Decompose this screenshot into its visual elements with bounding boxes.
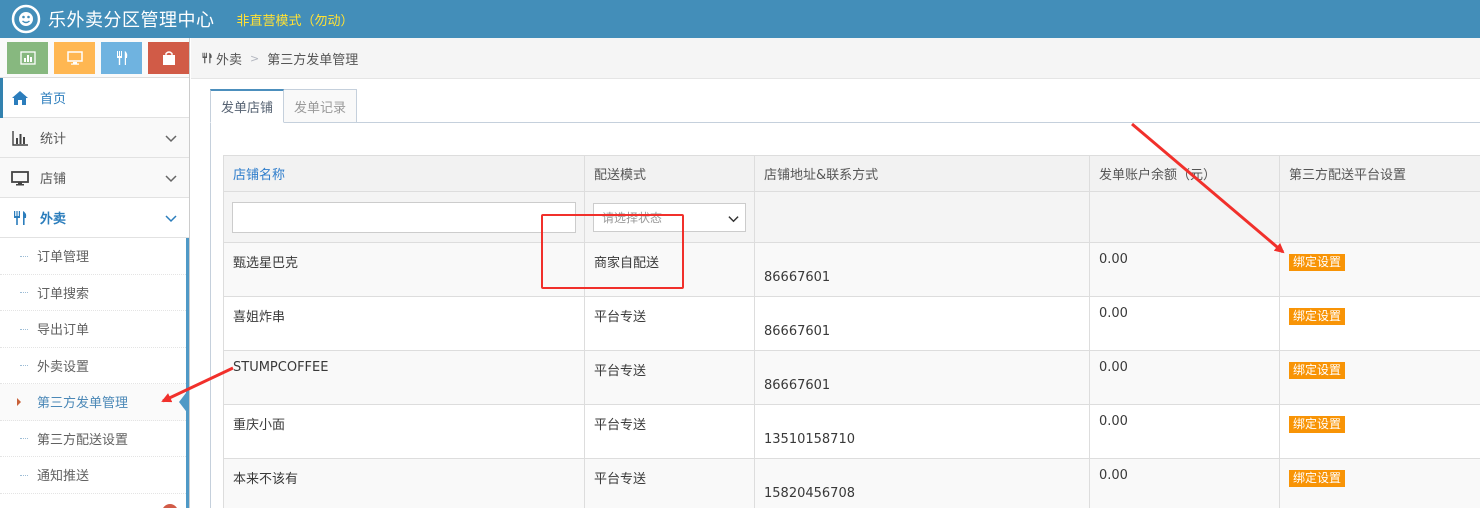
bind-settings-button[interactable]: 绑定设置 (1289, 416, 1346, 433)
table-row: STUMPCOFFEE 平台专送 86667601 0.00 绑定设置 (223, 350, 1480, 405)
table-row: 本来不该有 平台专送 15820456708 0.00 绑定设置 (223, 458, 1480, 508)
column-header-address-contact: 店铺地址&联系方式 (754, 155, 1090, 192)
app-title: 乐外卖分区管理中心 (48, 10, 215, 31)
table-row: 甄选星巴克 商家自配送 86667601 0.00 绑定设置 (223, 242, 1480, 297)
column-header-delivery-mode: 配送模式 (584, 155, 755, 192)
submenu-notification-push[interactable]: 通知推送 (0, 457, 186, 494)
balance: 0.00 (1089, 242, 1280, 297)
utensils-icon (202, 52, 212, 64)
balance: 0.00 (1089, 350, 1280, 405)
bind-settings-button[interactable]: 绑定设置 (1289, 254, 1346, 271)
delivery-mode: 平台专送 (584, 350, 755, 405)
delivery-mode: 平台专送 (584, 296, 755, 351)
balance: 0.00 (1089, 458, 1280, 508)
submenu-takeout-settings[interactable]: 外卖设置 (0, 348, 186, 384)
column-header-platform-settings: 第三方配送平台设置 (1279, 155, 1480, 192)
tab-dispatch-records[interactable]: 发单记录 (283, 89, 358, 123)
main-content: 外卖 > 第三方发单管理 发单店铺 发单记录 店铺名称 配送模式 店铺地址&联系… (191, 38, 1480, 508)
top-navbar: 乐外卖分区管理中心 非直营模式（勿动） (0, 0, 1480, 38)
bind-settings-button[interactable]: 绑定设置 (1289, 362, 1346, 379)
shop-name: 重庆小面 (223, 404, 585, 459)
shortcut-stats-button[interactable] (7, 41, 48, 74)
submenu-third-party-delivery-settings[interactable]: 第三方配送设置 (0, 421, 186, 457)
chevron-down-icon (165, 175, 177, 183)
balance: 0.00 (1089, 404, 1280, 459)
filter-row: 请选择状态 (223, 191, 1480, 243)
column-header-shop-name[interactable]: 店铺名称 (223, 155, 585, 192)
shop-name-search-input[interactable] (232, 201, 576, 233)
submenu-order-search[interactable]: 订单搜索 (0, 275, 186, 311)
nav-home-label: 首页 (40, 92, 67, 107)
home-icon (12, 90, 28, 105)
shop-contact: 86667601 (764, 324, 831, 339)
shop-contact: 86667601 (764, 378, 831, 393)
shortcut-monitor-button[interactable] (54, 41, 95, 74)
bind-settings-button[interactable]: 绑定设置 (1289, 308, 1346, 325)
shop-name: STUMPCOFFEE (223, 350, 585, 405)
utensils-icon (116, 50, 127, 65)
utensils-icon (14, 210, 27, 225)
submenu-item-partial[interactable]: …… (0, 494, 186, 508)
delivery-mode: 平台专送 (584, 404, 755, 459)
breadcrumb-separator: > (250, 51, 260, 65)
bind-settings-button[interactable]: 绑定设置 (1289, 470, 1346, 487)
bar-chart-icon (12, 130, 28, 146)
nav-stats-label: 统计 (40, 132, 67, 147)
table-row: 喜姐炸串 平台专送 86667601 0.00 绑定设置 (223, 296, 1480, 351)
breadcrumb: 外卖 > 第三方发单管理 (191, 38, 1480, 79)
column-header-balance: 发单账户余额（元） (1089, 155, 1280, 192)
shortcut-takeout-button[interactable] (101, 41, 142, 74)
chevron-down-icon (728, 215, 739, 222)
takeout-submenu: 订单管理 订单搜索 导出订单 外卖设置 第三方发单管理 第三方配送设置 通知推送… (0, 238, 189, 508)
shop-contact: 86667601 (764, 270, 831, 285)
delivery-mode: 平台专送 (584, 458, 755, 508)
balance: 0.00 (1089, 296, 1280, 351)
shop-table: 店铺名称 配送模式 店铺地址&联系方式 发单账户余额（元） 第三方配送平台设置 … (223, 155, 1480, 508)
logo-icon (11, 4, 41, 34)
chevron-down-icon (165, 135, 177, 143)
table-row: 重庆小面 平台专送 13510158710 0.00 绑定设置 (223, 404, 1480, 459)
breadcrumb-parent[interactable]: 外卖 (216, 49, 242, 68)
nav-home[interactable]: 首页 (0, 78, 189, 118)
monitor-icon (11, 170, 29, 185)
mode-label: 非直营模式（勿动） (236, 13, 354, 29)
sidebar: 首页 统计 店铺 外卖 订单管理 订单搜索 导出订单 外卖设置 第三方发单管理 … (0, 38, 190, 508)
shop-name: 本来不该有 (223, 458, 585, 508)
submenu-order-management[interactable]: 订单管理 (0, 238, 186, 275)
tab-bar: 发单店铺 发单记录 (210, 89, 358, 123)
bar-chart-icon (19, 50, 36, 65)
shop-contact: 15820456708 (764, 486, 855, 501)
shop-name: 甄选星巴克 (223, 242, 585, 297)
shortcut-shop-button[interactable] (148, 41, 189, 74)
nav-shops[interactable]: 店铺 (0, 158, 189, 198)
shortcut-bar (0, 38, 189, 78)
nav-stats[interactable]: 统计 (0, 118, 189, 158)
submenu-export-orders[interactable]: 导出订单 (0, 311, 186, 348)
bag-icon (162, 50, 175, 65)
annotation-highlight-box (541, 214, 684, 289)
tab-dispatch-shops[interactable]: 发单店铺 (210, 89, 285, 123)
submenu-third-party-dispatch[interactable]: 第三方发单管理 (0, 384, 186, 421)
breadcrumb-current: 第三方发单管理 (267, 52, 359, 68)
shop-contact: 13510158710 (764, 432, 855, 447)
monitor-icon (66, 50, 83, 65)
nav-takeout[interactable]: 外卖 (0, 198, 189, 238)
nav-shops-label: 店铺 (40, 172, 67, 187)
chevron-down-icon (165, 215, 177, 223)
nav-takeout-label: 外卖 (40, 212, 67, 227)
shop-name: 喜姐炸串 (223, 296, 585, 351)
